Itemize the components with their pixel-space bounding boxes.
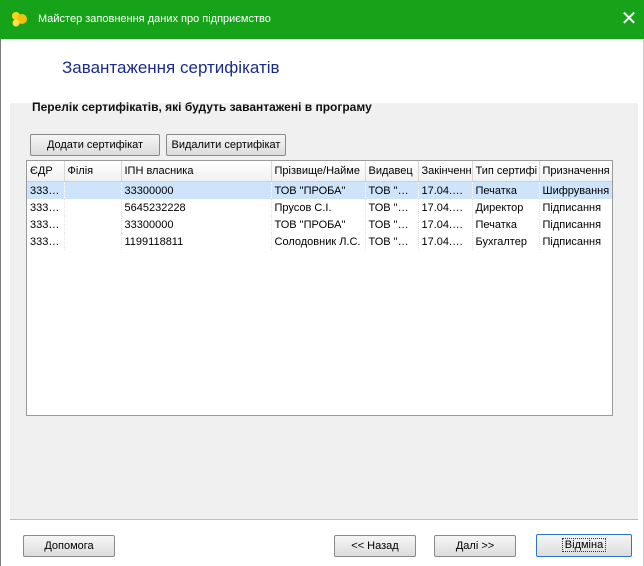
table-cell: Печатка: [472, 181, 540, 199]
table-cell: ТОВ "Це...: [365, 199, 419, 216]
table-cell: Підписання: [539, 199, 612, 216]
certificates-table[interactable]: ЄДР Філія ІПН власника Прізвище/Найме Ви…: [26, 160, 613, 416]
footer-divider: [10, 519, 638, 520]
page-title: Завантаження сертифікатів: [62, 58, 280, 77]
add-certificate-button[interactable]: Додати сертифікат: [30, 134, 160, 156]
table-cell: ТОВ "Це...: [365, 216, 419, 233]
column-header[interactable]: ІПН власника: [121, 161, 272, 182]
app-icon: [12, 12, 27, 27]
table-cell: 3330...: [27, 233, 65, 250]
table-row[interactable]: 3330... 33300000 ТОВ "ПРОБА" ТОВ "Це... …: [27, 181, 612, 199]
window-title: Майстер заповнення даних про підприємств…: [38, 13, 271, 25]
back-button[interactable]: << Назад: [334, 535, 416, 557]
table-cell: Підписання: [539, 233, 612, 250]
cancel-button-label: Відміна: [561, 538, 607, 552]
help-button[interactable]: Допомога: [23, 535, 115, 557]
column-header[interactable]: Прізвище/Найме: [271, 161, 366, 182]
table-cell: Директор: [472, 199, 540, 216]
table-row[interactable]: 3330... 1199118811 Солодовник Л.С. ТОВ "…: [27, 233, 612, 250]
column-header[interactable]: Філія: [64, 161, 122, 182]
column-header[interactable]: Тип сертифі: [472, 161, 540, 182]
column-header[interactable]: Призначення: [539, 161, 612, 182]
table-row[interactable]: 3330... 33300000 ТОВ "ПРОБА" ТОВ "Це... …: [27, 216, 612, 233]
column-header[interactable]: ЄДР: [27, 161, 65, 182]
table-cell: 3330...: [27, 199, 65, 216]
column-header[interactable]: Закінченн: [418, 161, 473, 182]
next-button[interactable]: Далі >>: [434, 535, 516, 557]
section-heading: Перелік сертифікатів, які будуть заванта…: [32, 100, 372, 114]
table-cell: 33300000: [121, 216, 272, 233]
table-cell: 17.04.20...: [418, 199, 473, 216]
column-header[interactable]: Видавец: [365, 161, 419, 182]
table-cell: 17.04.20...: [418, 181, 473, 199]
table-cell: 33300000: [121, 181, 272, 199]
table-cell: Підписання: [539, 216, 612, 233]
table-cell: 3330...: [27, 216, 65, 233]
table-cell: [64, 233, 122, 250]
table-cell: Прусов С.І.: [271, 199, 366, 216]
window-frame-left: [0, 39, 1, 566]
table-cell: 3330...: [27, 181, 65, 199]
table-cell: 17.04.20...: [418, 233, 473, 250]
table-cell: 1199118811: [121, 233, 272, 250]
table-cell: Солодовник Л.С.: [271, 233, 366, 250]
table-header-row: ЄДР Філія ІПН власника Прізвище/Найме Ви…: [27, 161, 612, 182]
table-cell: 5645232228: [121, 199, 272, 216]
table-cell: ТОВ "Це...: [365, 233, 419, 250]
table-cell: Бухгалтер: [472, 233, 540, 250]
cancel-button[interactable]: Відміна: [536, 534, 632, 557]
table-cell: 17.04.20...: [418, 216, 473, 233]
table-cell: [64, 199, 122, 216]
table-cell: [64, 181, 122, 199]
delete-certificate-button[interactable]: Видалити сертифікат: [166, 134, 286, 156]
close-icon[interactable]: ✕: [614, 4, 644, 34]
table-cell: Шифрування: [539, 181, 612, 199]
table-cell: ТОВ "Це...: [365, 181, 419, 199]
table-cell: ТОВ "ПРОБА": [271, 181, 366, 199]
table-cell: ТОВ "ПРОБА": [271, 216, 366, 233]
table-cell: [64, 216, 122, 233]
title-bar: Майстер заповнення даних про підприємств…: [0, 0, 644, 39]
table-cell: Печатка: [472, 216, 540, 233]
table-row[interactable]: 3330... 5645232228 Прусов С.І. ТОВ "Це..…: [27, 199, 612, 216]
